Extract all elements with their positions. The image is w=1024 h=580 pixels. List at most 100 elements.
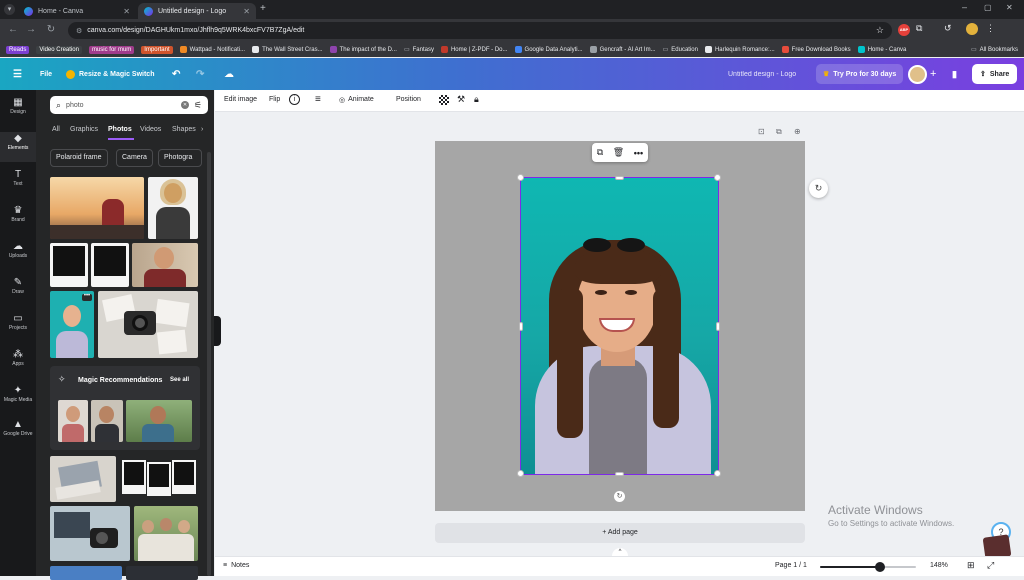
bookmark-item[interactable]: Free Download Books [781,46,851,53]
redo-icon[interactable]: ↷ [196,67,204,81]
recommendation-thumbnail[interactable] [91,400,123,442]
recommendation-thumbnail[interactable] [126,400,192,442]
add-page-icon[interactable]: ⊕ [794,127,801,136]
history-icon[interactable]: ↺ [944,23,952,34]
undo-icon[interactable]: ↶ [172,67,180,81]
resize-handle[interactable] [615,472,624,476]
photo-thumbnail-sky[interactable] [50,566,122,580]
resize-handle[interactable] [517,470,524,477]
cloud-save-icon[interactable]: ☁ [224,67,234,81]
photo-thumbnail-smiling-man[interactable] [132,243,198,287]
edit-image-button[interactable]: Edit image [224,96,257,103]
extensions-puzzle-icon[interactable]: ⧉ [916,23,922,34]
bookmark-item[interactable]: Harlequin Romance:... [704,46,775,53]
bookmark-folder[interactable]: Important [141,45,173,54]
rail-item-projects[interactable]: ▭ Projects [0,312,36,342]
photo-thumbnail-group[interactable] [134,506,198,561]
animate-button[interactable]: ◎ Animate [339,96,374,104]
tab-videos[interactable]: Videos [140,126,161,133]
bookmark-item[interactable]: Wattpad - Notificati... [179,46,245,53]
rail-item-design[interactable]: ▦ Design [0,96,36,126]
forward-arrow-icon[interactable]: → [24,23,38,37]
filter-icon[interactable]: ⚟ [194,100,202,111]
photo-thumbnail-dark[interactable] [126,566,198,580]
page-indicator[interactable]: Page 1 / 1 [775,562,807,569]
paint-roller-icon[interactable]: ⚒ [457,94,465,105]
show-pages-chevron-icon[interactable]: ^ [612,548,628,556]
panel-scrollbar[interactable] [207,152,211,576]
flip-button[interactable]: Flip [269,96,280,103]
rail-item-draw[interactable]: ✎ Draw [0,276,36,306]
rail-item-brand[interactable]: ♛ Brand [0,204,36,234]
chip-camera[interactable]: Camera [116,149,153,167]
position-button[interactable]: Position [396,96,421,103]
bookmark-item[interactable]: The Wall Street Cras... [252,46,323,53]
tab-all[interactable]: All [52,126,60,133]
bookmark-folder[interactable]: Reads [6,45,30,54]
tab-search-button[interactable]: ▾ [4,4,15,15]
chip-polaroid-frame[interactable]: Polaroid frame [50,149,108,167]
tab-photos[interactable]: Photos [108,126,132,133]
lock-icon[interactable]: 🔒︎ [474,94,479,105]
adblock-extension-icon[interactable]: ABP [898,24,910,36]
bookmark-folder[interactable]: Video Creation [36,45,82,54]
polaroid-frame-thumbnail[interactable] [50,243,88,287]
refresh-magic-icon[interactable]: ↻ [809,179,828,198]
user-avatar[interactable] [908,65,927,84]
back-arrow-icon[interactable]: ← [6,23,20,37]
chevron-right-icon[interactable]: › [201,126,203,133]
copy-element-icon[interactable]: ⧉ [597,147,603,158]
zoom-level[interactable]: 148% [930,562,948,569]
bookmark-item[interactable]: Google Data Analyti... [514,46,583,53]
close-window-icon[interactable]: ✕ [1006,3,1013,12]
file-menu-button[interactable]: File [40,67,52,81]
close-tab-icon[interactable]: ✕ [243,7,250,16]
resize-handle[interactable] [714,470,721,477]
grid-view-icon[interactable]: ⊞ [967,560,975,571]
notes-button[interactable]: ≡ Notes [223,562,249,569]
chip-photography[interactable]: Photogra [158,149,202,167]
polaroid-frame-thumbnail[interactable] [91,243,129,287]
browser-tab-home-canva[interactable]: Home - Canva ✕ [18,3,136,19]
site-info-icon[interactable]: ⚙ [76,27,82,35]
polaroid-strip-thumbnail[interactable] [122,460,198,500]
resize-handle[interactable] [519,322,523,331]
delete-icon[interactable]: 🗑︎ [613,147,624,158]
photo-thumbnail-camera-prints[interactable] [98,291,198,358]
photo-thumbnail-sunset[interactable] [50,177,144,239]
selected-photo[interactable] [520,177,719,475]
design-title[interactable]: Untitled design - Logo [728,67,796,81]
hamburger-menu-icon[interactable]: ☰ [13,67,22,81]
browser-menu-icon[interactable]: ⋮ [986,23,995,34]
browser-tab-untitled-design[interactable]: Untitled design - Logo ✕ [138,3,256,19]
recommendation-thumbnail[interactable] [58,400,88,442]
all-bookmarks-folder[interactable]: ▭ All Bookmarks [971,46,1024,54]
rail-item-text[interactable]: T Text [0,168,36,198]
rail-item-uploads[interactable]: ☁ Uploads [0,240,36,270]
photo-thumbnail-businesswoman[interactable] [148,177,198,239]
bookmark-folder[interactable]: ▭ Education [663,46,698,54]
maximize-window-icon[interactable]: ▢ [984,3,992,12]
insights-chart-icon[interactable]: ▮ [952,67,957,81]
add-page-button[interactable]: + Add page [435,523,805,543]
zoom-slider[interactable] [820,562,916,572]
photo-thumbnail-laptop[interactable] [50,456,116,502]
share-button[interactable]: ⇪ Share [972,64,1018,84]
fullscreen-icon[interactable]: ⤢ [987,560,994,571]
rail-item-magic-media[interactable]: ✦ Magic Media [0,384,36,414]
tab-graphics[interactable]: Graphics [70,126,98,133]
bookmark-folder[interactable]: ▭ Fantasy [404,46,434,54]
bookmark-star-icon[interactable]: ☆ [876,25,884,36]
page-lock-icon[interactable]: ⊡ [758,127,765,136]
more-options-icon[interactable]: ••• [82,293,92,301]
rail-item-google-drive[interactable]: ▲ Google Drive [0,418,36,448]
minimize-window-icon[interactable]: – [962,2,967,12]
search-input[interactable]: ⌕ photo ✕ ⚟ [50,96,208,114]
add-collaborator-icon[interactable]: + [930,67,936,81]
try-pro-button[interactable]: ♛ Try Pro for 30 days [816,64,904,84]
rail-item-elements[interactable]: ◆ Elements [0,132,36,162]
profile-avatar[interactable] [966,23,978,35]
duplicate-page-icon[interactable]: ⧉ [776,127,782,137]
rail-item-apps[interactable]: ⁂ Apps [0,348,36,378]
photo-thumbnail-desk-camera[interactable] [50,506,130,561]
